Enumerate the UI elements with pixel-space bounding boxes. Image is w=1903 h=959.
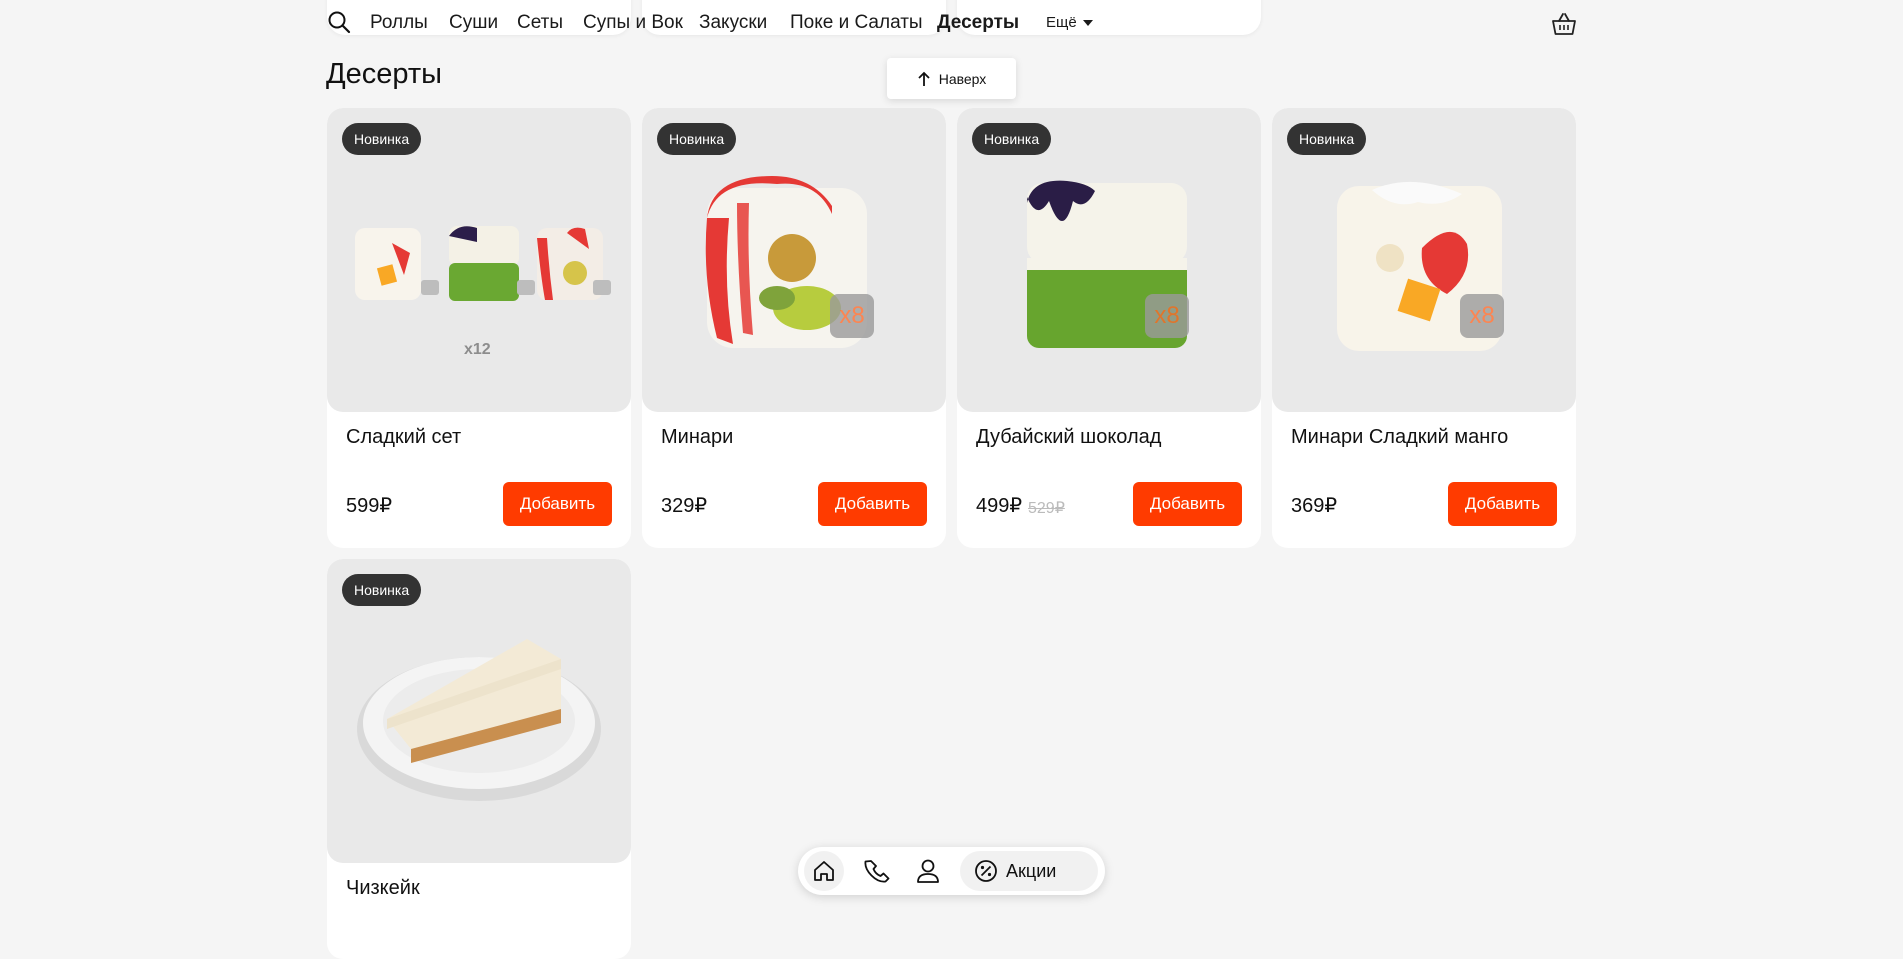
- basket-icon[interactable]: [1550, 10, 1578, 38]
- product-image: Новинка x8: [957, 108, 1261, 412]
- product-title: Минари: [661, 426, 734, 448]
- product-price: 599₽: [346, 495, 393, 517]
- product-card[interactable]: Новинка x8 Минари Сладкий манго 369₽ Доб…: [1272, 108, 1576, 548]
- nav-item-sets[interactable]: Сеты: [517, 12, 563, 34]
- new-badge: Новинка: [972, 123, 1052, 155]
- nav-item-sushi[interactable]: Суши: [449, 12, 498, 34]
- quantity-label: x12: [464, 341, 491, 358]
- nav-item-snacks[interactable]: Закуски: [699, 12, 767, 34]
- scroll-to-top-label: Наверх: [938, 70, 987, 87]
- product-card[interactable]: Новинка x12 Сладкий сет 599₽ Добавить: [327, 108, 631, 548]
- new-badge: Новинка: [1287, 123, 1367, 155]
- promotions-button[interactable]: Акции: [960, 851, 1098, 891]
- product-image: Новинка: [327, 559, 631, 863]
- quantity-label: x8: [1145, 294, 1189, 338]
- new-badge: Новинка: [342, 574, 422, 606]
- product-title: Сладкий сет: [346, 426, 462, 448]
- product-price: 499₽: [976, 495, 1023, 517]
- search-icon[interactable]: [327, 10, 351, 34]
- product-card[interactable]: Новинка Чизкейк: [327, 559, 631, 959]
- phone-icon[interactable]: [864, 857, 892, 885]
- add-to-cart-button[interactable]: Добавить: [818, 482, 927, 526]
- new-badge: Новинка: [657, 123, 737, 155]
- product-image: Новинка x8: [1272, 108, 1576, 412]
- promotions-label: Акции: [1006, 860, 1057, 881]
- nav-more-dropdown[interactable]: Ещё: [1046, 14, 1093, 31]
- quantity-label: x8: [1460, 294, 1504, 338]
- product-image: Новинка x8: [642, 108, 946, 412]
- add-to-cart-button[interactable]: Добавить: [1133, 482, 1242, 526]
- home-icon: [814, 861, 834, 881]
- nav-item-poke-salads[interactable]: Поке и Салаты: [790, 12, 923, 34]
- product-old-price: 529₽: [1028, 500, 1065, 517]
- product-price: 329₽: [661, 495, 708, 517]
- add-to-cart-button[interactable]: Добавить: [1448, 482, 1557, 526]
- nav-item-desserts[interactable]: Десерты: [937, 12, 1019, 34]
- product-price: 369₽: [1291, 495, 1338, 517]
- percent-icon: [975, 860, 997, 882]
- category-nav: Роллы Суши Сеты Супы и Вок Закуски Поке …: [0, 0, 1903, 46]
- product-title: Минари Сладкий манго: [1291, 426, 1509, 448]
- section-title: Десерты: [326, 58, 443, 90]
- product-image: Новинка x12: [327, 108, 631, 412]
- arrow-up-icon: [918, 71, 930, 86]
- quantity-label: x8: [830, 294, 874, 338]
- nav-more-label: Ещё: [1046, 14, 1077, 31]
- product-title: Чизкейк: [346, 877, 420, 899]
- scroll-to-top-button[interactable]: Наверх: [887, 58, 1016, 99]
- chevron-down-icon: [1082, 20, 1093, 27]
- nav-item-soups-wok[interactable]: Супы и Вок: [583, 12, 683, 34]
- bottom-nav-bar: Акции: [798, 847, 1105, 895]
- product-title: Дубайский шоколад: [976, 426, 1162, 448]
- add-to-cart-button[interactable]: Добавить: [503, 482, 612, 526]
- home-button[interactable]: [804, 851, 844, 891]
- product-card[interactable]: Новинка x8 Минари 329₽ Добавить: [642, 108, 946, 548]
- user-icon[interactable]: [914, 857, 942, 885]
- product-card[interactable]: Новинка x8 Дубайский шоколад 499₽ 529₽ Д…: [957, 108, 1261, 548]
- nav-item-rolls[interactable]: Роллы: [370, 12, 428, 34]
- new-badge: Новинка: [342, 123, 422, 155]
